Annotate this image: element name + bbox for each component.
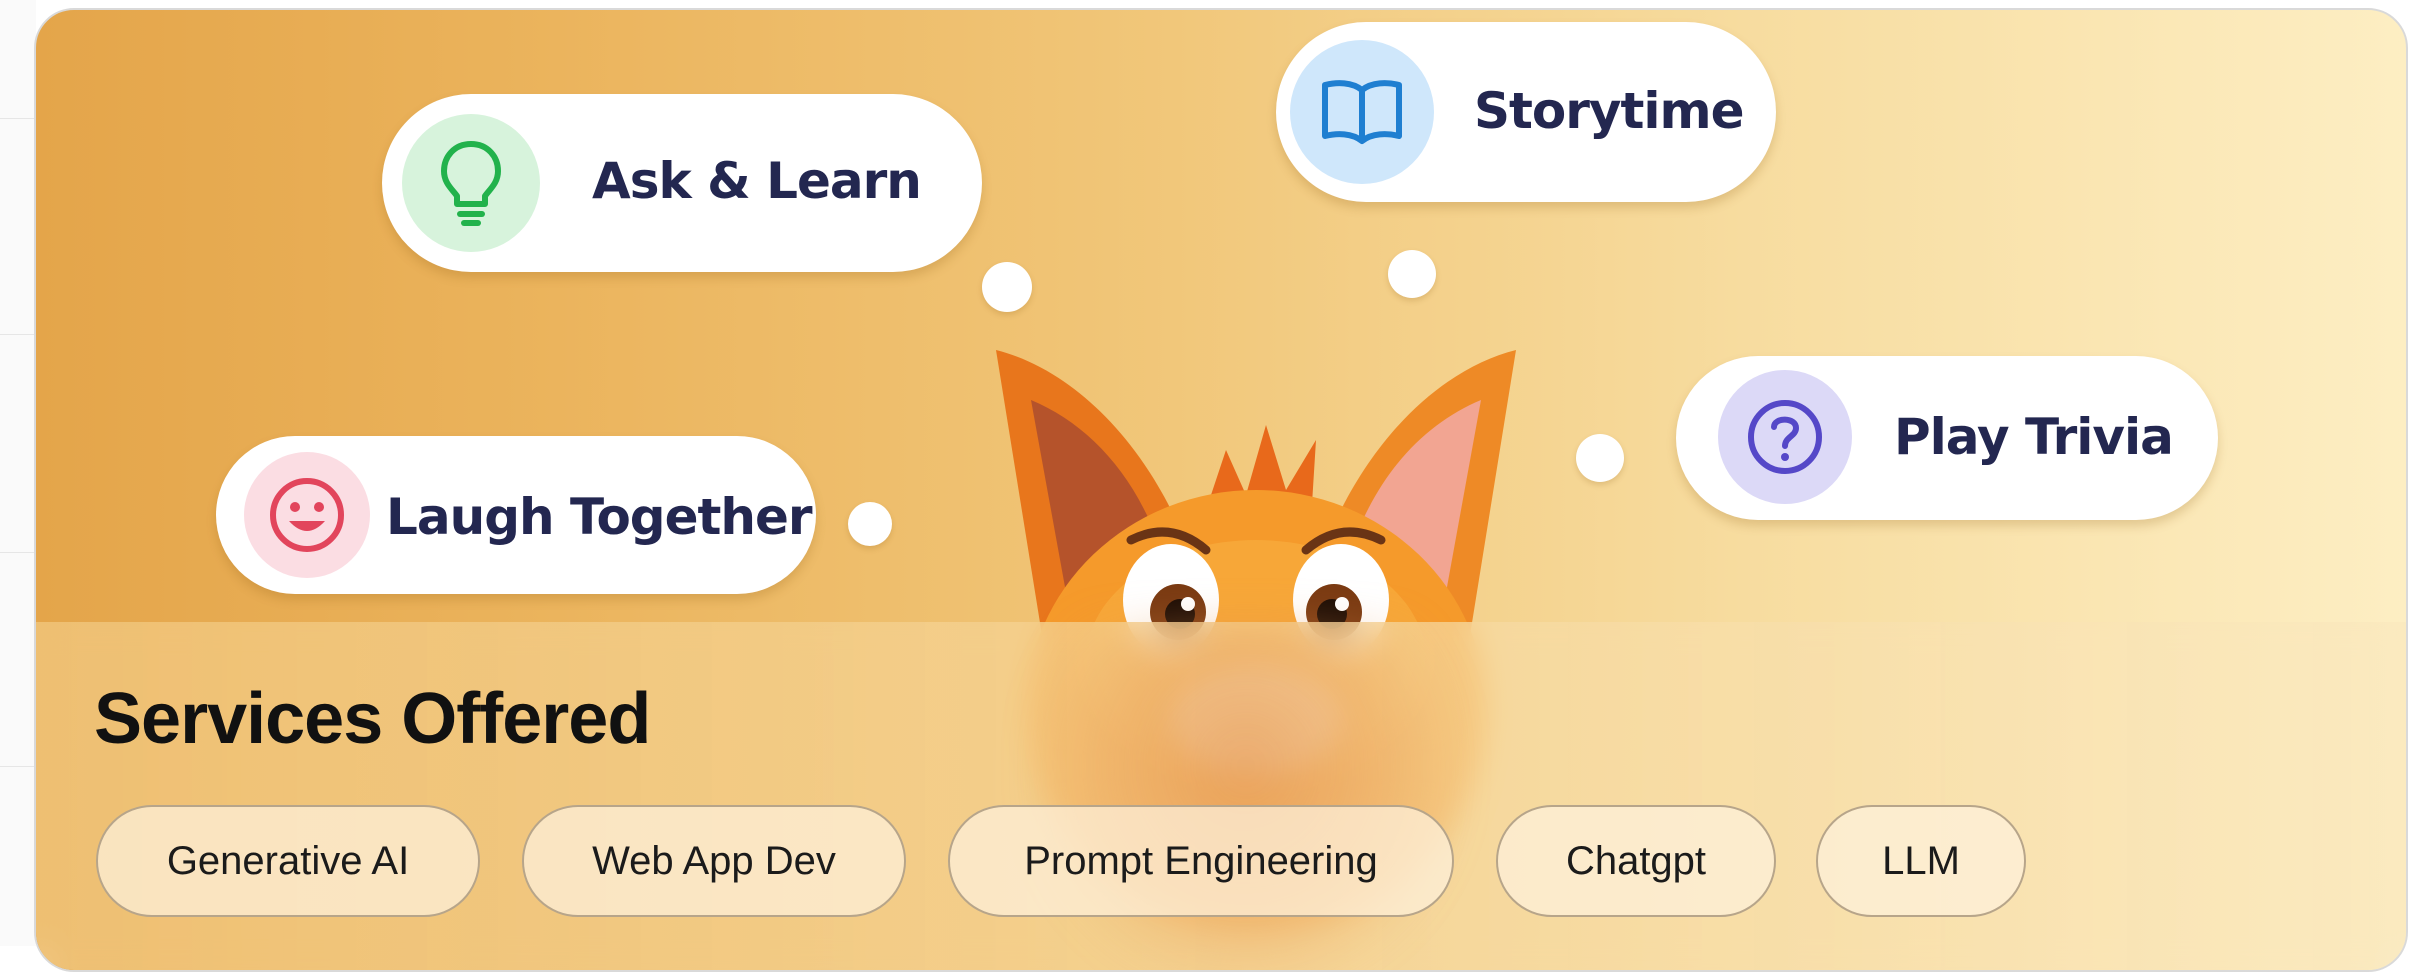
thought-dot: [848, 502, 892, 546]
thought-dot: [1388, 250, 1436, 298]
laugh-together-bubble: Laugh Together: [216, 436, 816, 594]
service-chip-prompt-engineering[interactable]: Prompt Engineering: [948, 805, 1454, 917]
play-trivia-bubble: Play Trivia: [1676, 356, 2218, 520]
thought-dot: [1576, 434, 1624, 482]
ask-learn-bubble: Ask & Learn: [382, 94, 982, 272]
book-icon: [1290, 40, 1434, 184]
services-card: Ask & Learn Storytime Play Trivia Laugh …: [34, 8, 2408, 972]
left-sidebar-edge: [0, 0, 36, 946]
smile-icon: [244, 452, 370, 578]
service-chip-llm[interactable]: LLM: [1816, 805, 2026, 917]
service-chip-web-app-dev[interactable]: Web App Dev: [522, 805, 906, 917]
service-chip-generative-ai[interactable]: Generative AI: [96, 805, 480, 917]
bubble-label: Ask & Learn: [592, 152, 922, 210]
fox-blurred-body: [1036, 622, 1456, 970]
section-title: Services Offered: [94, 679, 651, 759]
bubble-label: Laugh Together: [386, 488, 813, 546]
service-chip-chatgpt[interactable]: Chatgpt: [1496, 805, 1776, 917]
bubble-label: Storytime: [1474, 82, 1745, 140]
question-circle-icon: [1718, 370, 1852, 504]
bubble-label: Play Trivia: [1894, 408, 2174, 466]
storytime-bubble: Storytime: [1276, 22, 1776, 202]
lightbulb-icon: [402, 114, 540, 252]
thought-dot: [982, 262, 1032, 312]
